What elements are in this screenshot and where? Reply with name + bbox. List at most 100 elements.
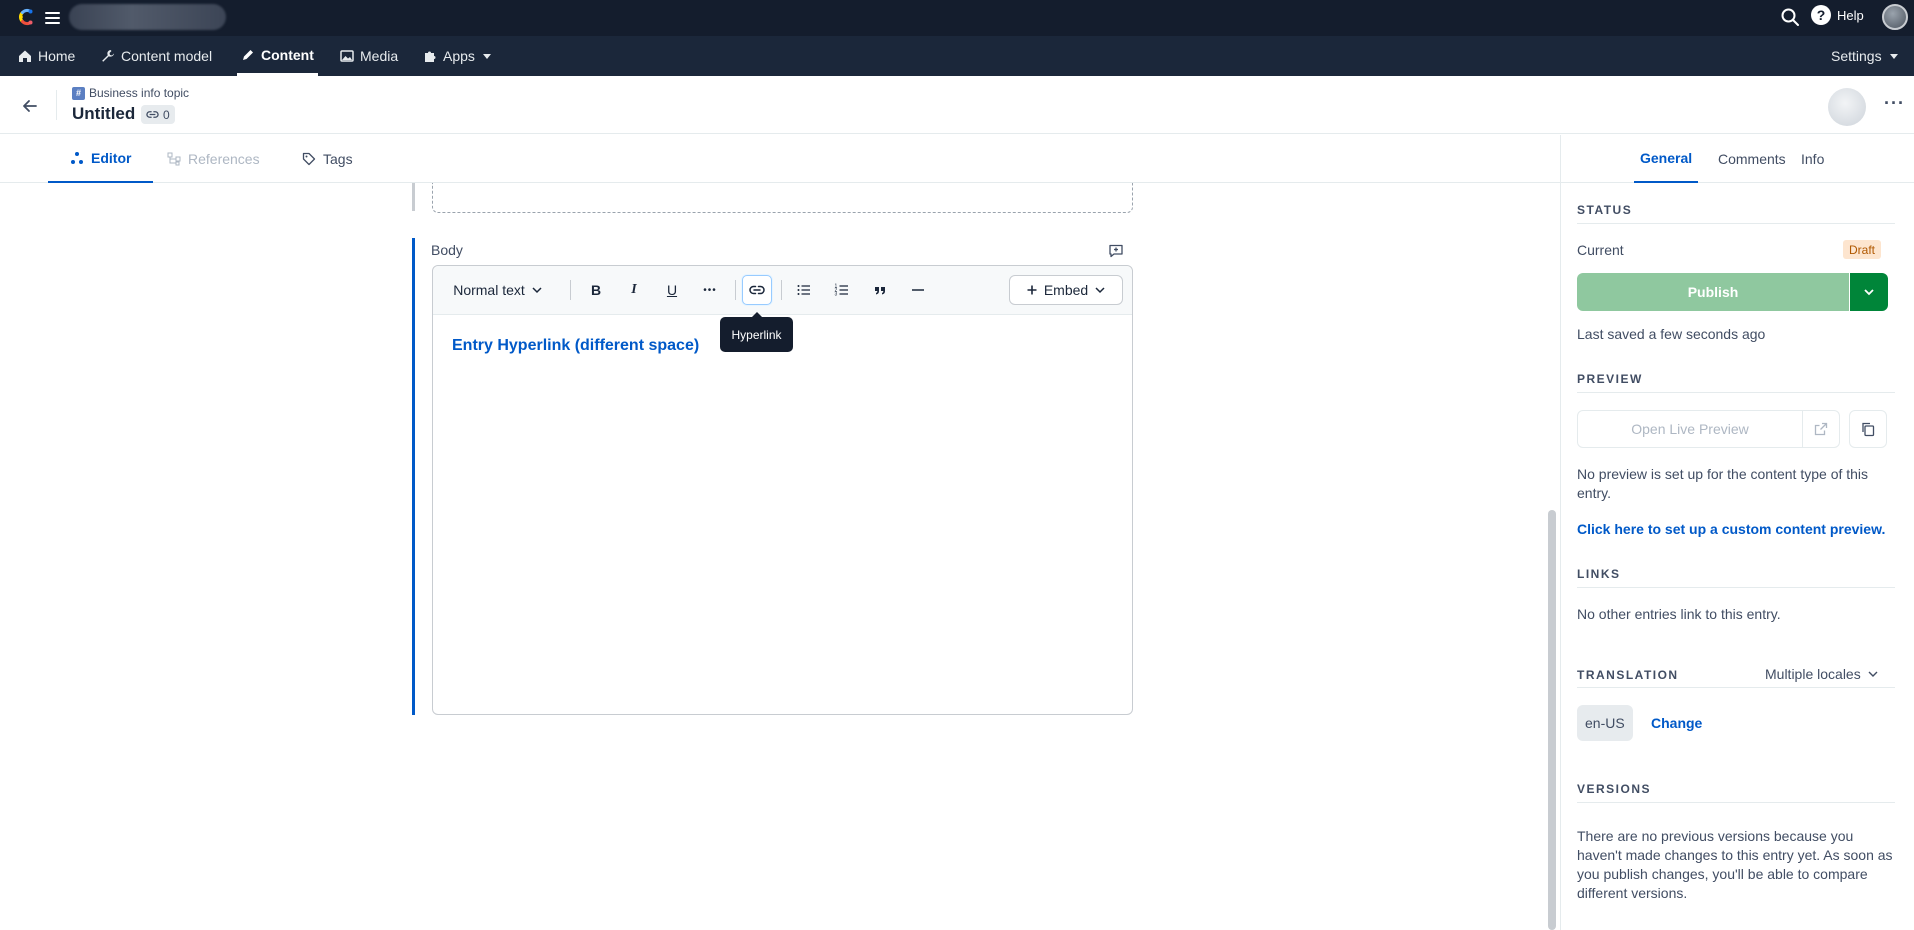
search-icon[interactable] — [1779, 6, 1801, 28]
nav-content[interactable]: Content — [237, 36, 318, 76]
nav-content-model-label: Content model — [121, 48, 213, 64]
nav-media-label: Media — [360, 48, 399, 64]
hyperlink-tooltip: Hyperlink — [720, 312, 793, 352]
links-message: No other entries link to this entry. — [1577, 606, 1781, 622]
nav-apps-label: Apps — [443, 48, 475, 64]
link-icon — [749, 285, 765, 295]
translation-heading: TRANSLATION — [1577, 668, 1679, 682]
external-link-icon — [1814, 422, 1828, 436]
content-type-icon: # — [72, 86, 85, 100]
tab-general[interactable]: General — [1634, 135, 1699, 183]
nav-settings-label: Settings — [1831, 48, 1882, 64]
versions-heading: VERSIONS — [1577, 782, 1895, 803]
tab-info[interactable]: Info — [1801, 135, 1824, 183]
change-locale-link[interactable]: Change — [1651, 715, 1702, 731]
link-icon — [146, 111, 159, 118]
tab-editor-label: Editor — [91, 150, 132, 166]
svg-text:3: 3 — [835, 292, 838, 298]
nav-content-model[interactable]: Content model — [101, 36, 212, 76]
hamburger-icon[interactable] — [42, 8, 62, 28]
nav-home-label: Home — [38, 48, 76, 64]
tab-references-label: References — [188, 151, 260, 167]
translation-divider — [1577, 687, 1895, 688]
setup-preview-link[interactable]: Click here to set up a custom content pr… — [1577, 521, 1885, 537]
contentful-logo[interactable] — [15, 6, 37, 28]
bullet-list-icon — [797, 285, 810, 295]
editor-icon — [71, 152, 83, 164]
toolbar-divider — [781, 280, 782, 300]
embed-dropdown[interactable]: Embed — [1009, 275, 1123, 305]
links-heading: LINKS — [1577, 567, 1895, 588]
quote-icon — [875, 287, 885, 295]
tab-editor[interactable]: Editor — [48, 135, 154, 183]
preview-heading: PREVIEW — [1577, 372, 1895, 393]
arrow-left-icon[interactable] — [18, 94, 42, 118]
more-formatting-button[interactable]: ••• — [695, 275, 725, 305]
user-avatar[interactable] — [1882, 4, 1908, 30]
publish-button[interactable]: Publish — [1577, 273, 1849, 311]
toolbar-divider — [570, 280, 571, 300]
horizontal-rule-button[interactable] — [903, 275, 933, 305]
last-saved-text: Last saved a few seconds ago — [1577, 326, 1766, 342]
tag-icon — [302, 152, 316, 166]
nav-apps[interactable]: Apps — [423, 36, 491, 76]
entry-title: Untitled — [72, 104, 136, 123]
bold-button[interactable]: B — [581, 275, 611, 305]
comment-icon[interactable] — [1108, 243, 1124, 259]
entry-header: # Business info topic Untitled 0 ··· — [0, 76, 1914, 134]
italic-button[interactable]: I — [619, 275, 649, 305]
embed-label: Embed — [1043, 282, 1089, 298]
toolbar-divider — [735, 280, 736, 300]
top-bar: ? Help — [0, 0, 1914, 36]
tab-tags[interactable]: Tags — [302, 135, 353, 183]
open-preview-external-button[interactable] — [1802, 410, 1840, 448]
header-divider — [56, 90, 57, 120]
tab-comments[interactable]: Comments — [1718, 135, 1786, 183]
content-type-name: Business info topic — [89, 86, 190, 100]
body-field-focus-bar — [412, 238, 415, 715]
more-options-icon[interactable]: ··· — [1884, 94, 1905, 112]
numbered-list-button[interactable]: 123 — [827, 275, 857, 305]
nav-settings[interactable]: Settings — [1831, 36, 1898, 76]
nav-home[interactable]: Home — [18, 36, 75, 76]
rich-text-toolbar: Normal text B I U ••• 123 Embed — [433, 266, 1132, 315]
underline-button[interactable]: U — [657, 275, 687, 305]
status-badge: Draft — [1843, 240, 1882, 259]
reference-count: 0 — [163, 107, 170, 122]
publish-options-button[interactable] — [1850, 273, 1888, 311]
previous-field-bar — [412, 183, 415, 211]
chevron-down-icon — [1864, 289, 1874, 296]
help-icon: ? — [1811, 5, 1831, 25]
chevron-down-icon — [1889, 53, 1898, 59]
text-style-dropdown[interactable]: Normal text — [445, 275, 551, 305]
entry-hyperlink[interactable]: Entry Hyperlink (different space) — [452, 337, 699, 355]
reference-count-badge[interactable]: 0 — [141, 105, 175, 124]
main-scrollbar[interactable] — [1548, 510, 1556, 930]
horizontal-rule-icon — [912, 289, 924, 291]
status-heading: STATUS — [1577, 203, 1895, 224]
main-nav: Home Content model Content Media Apps Se… — [0, 36, 1914, 76]
image-icon — [340, 50, 354, 62]
space-switcher[interactable] — [69, 4, 226, 30]
editor-tabs: Editor References Tags — [0, 135, 1560, 183]
text-style-label: Normal text — [453, 282, 525, 298]
tab-references[interactable]: References — [167, 135, 260, 183]
help-menu[interactable]: ? Help — [1811, 5, 1864, 25]
sidebar-tabs: General Comments Info — [1561, 135, 1914, 183]
bulleted-list-button[interactable] — [789, 275, 819, 305]
content-type-label: # Business info topic — [72, 86, 189, 100]
copy-icon — [1862, 422, 1875, 437]
body-field-label: Body — [431, 242, 463, 258]
pen-icon — [243, 49, 253, 60]
locale-select[interactable]: Multiple locales — [1765, 666, 1879, 682]
editor-avatar — [1828, 88, 1866, 126]
copy-preview-link-button[interactable] — [1849, 410, 1887, 448]
previous-field-dropzone[interactable] — [432, 183, 1133, 213]
home-icon — [19, 50, 31, 62]
quote-button[interactable] — [865, 275, 895, 305]
hyperlink-button[interactable] — [742, 275, 772, 305]
nav-media[interactable]: Media — [340, 36, 398, 76]
nav-content-label: Content — [261, 46, 314, 63]
entry-sidebar: General Comments Info STATUS Current Dra… — [1560, 135, 1914, 930]
open-live-preview-button[interactable]: Open Live Preview — [1577, 410, 1803, 448]
